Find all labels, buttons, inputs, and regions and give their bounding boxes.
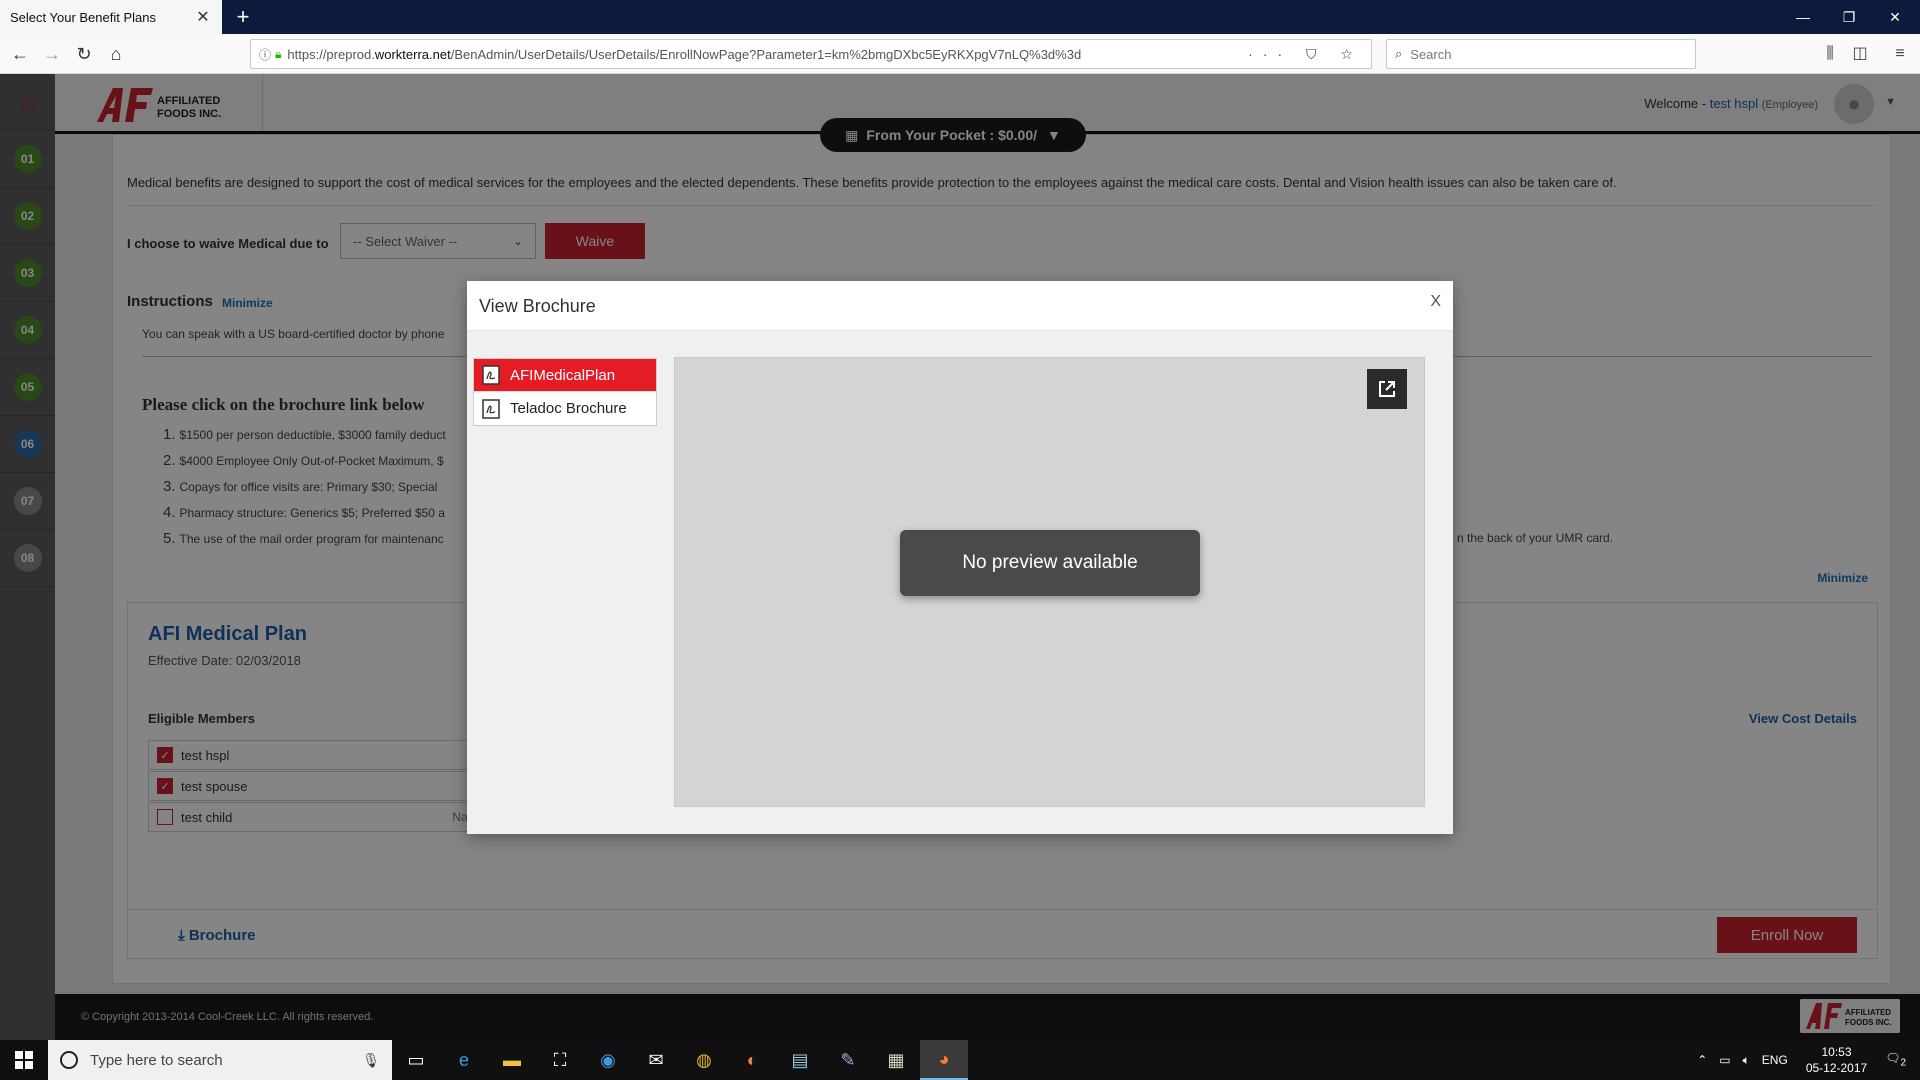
microphone-icon[interactable]: 🎙︎ bbox=[362, 1052, 380, 1069]
sidebar-icon[interactable]: ◫ bbox=[1848, 42, 1872, 66]
browser-tab[interactable]: Select Your Benefit Plans ✕ bbox=[0, 0, 222, 34]
brochure-list: AFIMedicalPlan Teladoc Brochure bbox=[473, 358, 657, 426]
modal-title: View Brochure bbox=[479, 296, 596, 316]
file-explorer-icon[interactable]: ▬ bbox=[488, 1040, 536, 1080]
language-indicator[interactable]: ENG bbox=[1762, 1053, 1788, 1067]
tab-title: Select Your Benefit Plans bbox=[10, 9, 156, 25]
browser-search-input[interactable]: ⌕ Search bbox=[1386, 39, 1696, 69]
modal-close-button[interactable]: X bbox=[1430, 293, 1441, 311]
firefox-icon[interactable]: ◕ bbox=[920, 1040, 968, 1080]
windows-taskbar: Type here to search 🎙︎ ▭ e ▬ ⛶ ◉ ✉ ◍ ◐ ▤… bbox=[0, 1040, 1920, 1080]
clock[interactable]: 10:53 05-12-2017 bbox=[1806, 1044, 1867, 1076]
notification-count: 2 bbox=[1900, 1057, 1906, 1069]
tab-close-icon[interactable]: ✕ bbox=[194, 7, 212, 27]
pdf-icon bbox=[482, 365, 500, 385]
taskbar-search-placeholder: Type here to search bbox=[90, 1051, 223, 1069]
url-text: https://preprod.workterra.net/BenAdmin/U… bbox=[287, 46, 1082, 62]
paint-icon[interactable]: ✎ bbox=[824, 1040, 872, 1080]
forward-icon[interactable]: → bbox=[38, 40, 66, 68]
pdf-icon bbox=[482, 398, 500, 419]
library-icon[interactable]: ⫼ bbox=[1818, 42, 1842, 66]
brochure-item-label: Teladoc Brochure bbox=[510, 400, 627, 417]
info-icon[interactable]: ⓘ bbox=[259, 46, 271, 63]
url-bar[interactable]: ⓘ 🔒︎ https://preprod.workterra.net/BenAd… bbox=[250, 39, 1372, 69]
network-icon[interactable]: ▭ bbox=[1719, 1053, 1730, 1067]
browser-tab-bar: Select Your Benefit Plans ✕ + — ❐ ✕ bbox=[0, 0, 1920, 34]
menu-icon[interactable]: ≡ bbox=[1888, 42, 1912, 66]
brochure-preview: No preview available bbox=[674, 357, 1425, 807]
browser-nav-bar: ← → ↻ ⌂ ⓘ 🔒︎ https://preprod.workterra.n… bbox=[0, 34, 1920, 74]
back-icon[interactable]: ← bbox=[6, 40, 34, 68]
clock-time: 10:53 bbox=[1821, 1045, 1852, 1059]
restore-window-icon[interactable]: ❐ bbox=[1826, 0, 1872, 34]
lock-icon: 🔒︎ bbox=[275, 46, 282, 61]
notepad-icon[interactable]: ▤ bbox=[776, 1040, 824, 1080]
modal-header: View Brochure X bbox=[467, 281, 1453, 331]
edge-icon[interactable]: e bbox=[440, 1040, 488, 1080]
external-link-icon bbox=[1379, 381, 1395, 397]
minimize-window-icon[interactable]: — bbox=[1780, 0, 1826, 34]
open-external-button[interactable] bbox=[1367, 369, 1407, 409]
new-tab-icon[interactable]: + bbox=[230, 4, 256, 30]
brochure-item-teladoc[interactable]: Teladoc Brochure bbox=[474, 392, 656, 425]
search-placeholder: Search bbox=[1410, 46, 1452, 62]
chevron-up-icon[interactable]: ⌃ bbox=[1697, 1053, 1707, 1067]
firefox-developer-icon[interactable]: ◐ bbox=[728, 1040, 776, 1080]
chrome-icon[interactable]: ◍ bbox=[680, 1040, 728, 1080]
store-icon[interactable]: ⛶ bbox=[536, 1040, 584, 1080]
clock-date: 05-12-2017 bbox=[1805, 1061, 1868, 1075]
app-icon[interactable]: ◉ bbox=[584, 1040, 632, 1080]
brochure-item-label: AFIMedicalPlan bbox=[510, 366, 616, 384]
system-tray: ⌃ ▭ 🔈︎ ENG 10:53 05-12-2017 🗨︎2 bbox=[1691, 1040, 1920, 1080]
cortana-icon bbox=[60, 1051, 78, 1069]
no-preview-message: No preview available bbox=[900, 530, 1200, 596]
modal-body: AFIMedicalPlan Teladoc Brochure No previ… bbox=[467, 331, 1453, 834]
taskbar-search-input[interactable]: Type here to search 🎙︎ bbox=[48, 1040, 392, 1080]
home-icon[interactable]: ⌂ bbox=[102, 40, 130, 68]
brochure-item-afimedicalplan[interactable]: AFIMedicalPlan bbox=[474, 359, 656, 392]
mail-icon[interactable]: ✉ bbox=[632, 1040, 680, 1080]
view-brochure-modal: View Brochure X AFIMedicalPlan Teladoc B… bbox=[467, 281, 1453, 834]
windows-start-icon[interactable] bbox=[0, 1040, 48, 1080]
reload-icon[interactable]: ↻ bbox=[70, 40, 98, 68]
calculator-app-icon[interactable]: ▦ bbox=[872, 1040, 920, 1080]
task-view-icon[interactable]: ▭ bbox=[392, 1040, 440, 1080]
page-actions-icon[interactable]: ··· ⛉ ☆ bbox=[1248, 46, 1363, 63]
volume-icon[interactable]: 🔈︎ bbox=[1743, 1053, 1750, 1068]
close-window-icon[interactable]: ✕ bbox=[1872, 0, 1918, 34]
search-icon: ⌕ bbox=[1395, 46, 1403, 61]
notifications-icon[interactable]: 🗨︎2 bbox=[1885, 1051, 1906, 1068]
